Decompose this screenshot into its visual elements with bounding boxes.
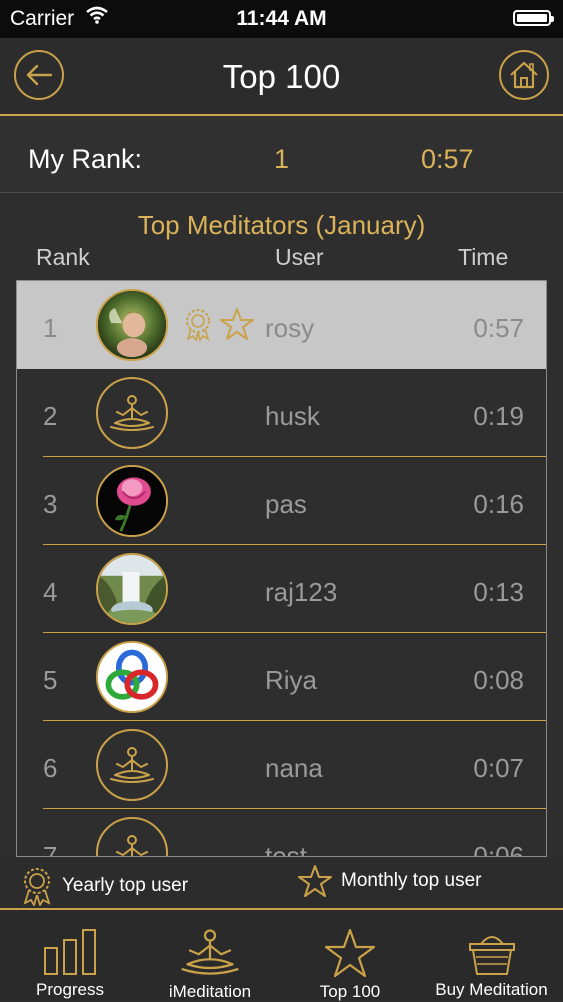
status-bar: Carrier 11:44 AM [0, 0, 563, 38]
tab-progress[interactable]: Progress [0, 910, 140, 1000]
table-row[interactable]: 7 test 0:06 [17, 809, 546, 857]
monthly-top-user-icon [220, 308, 254, 340]
my-rank-value: 1 [274, 144, 290, 174]
avatar [96, 729, 168, 801]
tab-top100[interactable]: Top 100 [280, 910, 420, 1001]
column-header-user: User [275, 244, 324, 270]
legend-monthly: Monthly top user [297, 864, 481, 898]
my-rank-time: 0:57 [421, 144, 474, 174]
column-header-rank: Rank [36, 244, 90, 270]
battery-icon [513, 10, 554, 26]
row-rank: 6 [43, 753, 58, 783]
avatar [96, 817, 168, 856]
table-row[interactable]: 4 raj123 0:13 [17, 545, 546, 633]
legend-yearly: Yearly top user [20, 866, 188, 906]
star-icon [324, 928, 376, 978]
row-rank: 1 [43, 313, 58, 343]
basket-icon [468, 936, 515, 975]
row-rank: 7 [43, 841, 58, 857]
tab-label: Top 100 [319, 982, 381, 1001]
row-time: 0:07 [473, 753, 524, 783]
row-rank: 4 [43, 577, 58, 607]
row-user: pas [265, 489, 307, 519]
page-title: Top 100 [222, 58, 341, 95]
table-row[interactable]: 5 Riya 0:08 [17, 633, 546, 721]
status-time: 11:44 AM [236, 7, 327, 30]
meditation-icon [116, 835, 148, 856]
row-rank: 3 [43, 489, 58, 519]
tab-label: Buy Meditation [435, 980, 548, 999]
tab-buy-meditation[interactable]: Buy Meditation [420, 910, 563, 1000]
nav-bar: Top 100 [0, 38, 563, 116]
avatar [96, 553, 168, 625]
tab-imeditation[interactable]: iMeditation [140, 910, 280, 1001]
row-user: raj123 [265, 577, 338, 607]
row-badges [181, 307, 255, 341]
row-time: 0:19 [473, 401, 524, 431]
avatar [96, 465, 168, 537]
row-user: nana [265, 753, 323, 783]
column-header-time: Time [458, 244, 509, 270]
meditation-icon [110, 747, 154, 783]
table-row[interactable]: 6 nana 0:07 [17, 721, 546, 809]
avatar [96, 377, 168, 449]
row-user: test [265, 841, 307, 857]
row-time: 0:06 [473, 841, 524, 857]
tab-label: iMeditation [168, 982, 252, 1001]
bar-chart-icon [44, 929, 96, 975]
yearly-top-user-icon [186, 309, 210, 341]
avatar [96, 289, 168, 361]
tab-label: Progress [35, 980, 105, 999]
avatar [96, 641, 168, 713]
row-time: 0:08 [473, 665, 524, 695]
legend-monthly-label: Monthly top user [341, 870, 482, 891]
table-row[interactable]: 3 pas 0:16 [17, 457, 546, 545]
row-user: rosy [265, 313, 315, 343]
home-button[interactable] [499, 50, 549, 100]
row-time: 0:57 [473, 313, 524, 343]
yearly-top-user-icon [23, 868, 51, 906]
leaderboard-table[interactable]: 1 rosy 0:57 2 husk 0:19 3 pas 0:16 4 raj… [16, 280, 547, 857]
badge-legend: Yearly top user Monthly top user [0, 858, 563, 910]
section-title: Top Meditators (January) [137, 210, 426, 240]
tab-bar: Progress iMeditation Top 100 Buy Meditat… [0, 910, 563, 1001]
my-rank-bar: My Rank: 1 0:57 [0, 116, 563, 193]
row-user: husk [265, 401, 320, 431]
monthly-top-user-icon [298, 865, 332, 897]
meditation-icon [110, 395, 154, 431]
table-row[interactable]: 2 husk 0:19 [17, 369, 546, 457]
row-rank: 5 [43, 665, 58, 695]
row-time: 0:13 [473, 577, 524, 607]
row-rank: 2 [43, 401, 58, 431]
legend-yearly-label: Yearly top user [62, 875, 189, 896]
row-user: Riya [265, 665, 318, 695]
home-icon [510, 61, 538, 89]
row-time: 0:16 [473, 489, 524, 519]
my-rank-label: My Rank: [28, 144, 143, 174]
meditation-icon [181, 929, 239, 975]
table-row[interactable]: 1 rosy 0:57 [17, 281, 546, 369]
